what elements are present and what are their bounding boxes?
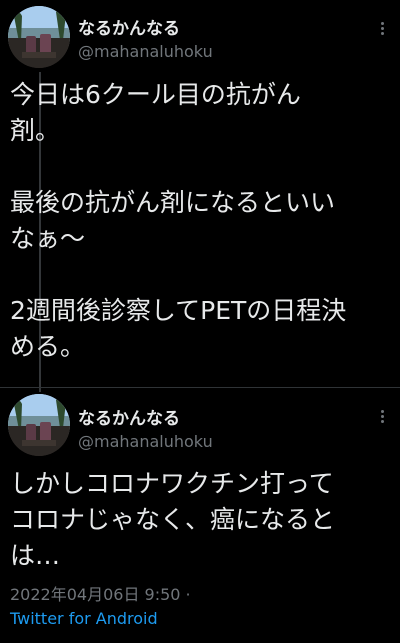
author-name[interactable]: なるかんなる [78, 404, 180, 429]
thread-line [39, 388, 41, 392]
avatar[interactable] [8, 394, 70, 456]
tweet-source-link[interactable]: Twitter for Android [10, 609, 158, 628]
more-vertical-icon[interactable] [374, 20, 390, 36]
author-handle[interactable]: @mahanaluhoku [78, 42, 213, 61]
author-name[interactable]: なるかんなる [78, 14, 180, 39]
tweet[interactable]: なるかんなる @mahanaluhoku 今日は6クール目の抗がん 剤。 最後の… [0, 0, 400, 387]
more-vertical-icon[interactable] [374, 408, 390, 424]
tweet-text: しかしコロナワクチン打って コロナじゃなく、癌になると は… [10, 469, 336, 570]
tweet-text: 今日は6クール目の抗がん 剤。 最後の抗がん剤になるといい なぁ〜 2週間後診察… [10, 80, 347, 361]
author-handle[interactable]: @mahanaluhoku [78, 432, 213, 451]
tweet[interactable]: なるかんなる @mahanaluhoku しかしコロナワクチン打って コロナじゃ… [0, 388, 400, 643]
avatar[interactable] [8, 6, 70, 68]
tweet-timestamp[interactable]: 2022年04月06日 9:50 · [10, 581, 191, 605]
